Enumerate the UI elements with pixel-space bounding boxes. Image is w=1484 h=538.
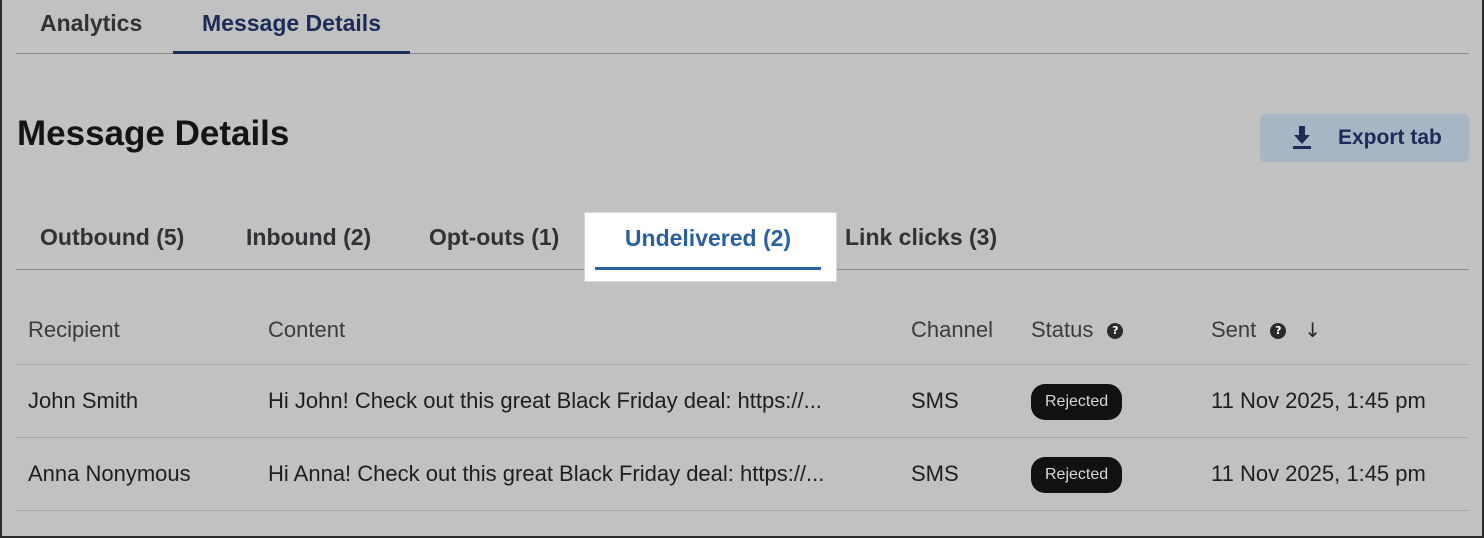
help-icon[interactable]: ? [1270, 323, 1287, 339]
tab-inbound[interactable]: Inbound (2) [246, 224, 371, 251]
tab-outbound[interactable]: Outbound (5) [40, 224, 184, 251]
help-icon[interactable]: ? [1107, 323, 1124, 339]
message-table: Recipient Content Channel Status? Sent? ↓… [16, 292, 1469, 511]
table-row[interactable]: Anna Nonymous Hi Anna! Check out this gr… [16, 438, 1469, 511]
tab-opt-outs[interactable]: Opt-outs (1) [429, 224, 559, 251]
tab-undelivered[interactable]: Undelivered (2) [595, 212, 821, 270]
status-cell: Rejected [1031, 438, 1123, 510]
sort-descending-icon[interactable]: ↓ [1304, 292, 1321, 368]
column-header-recipient[interactable]: Recipient [28, 292, 120, 364]
column-header-content[interactable]: Content [268, 292, 345, 364]
export-tab-label: Export tab [1338, 126, 1442, 149]
channel-cell: SMS [911, 388, 959, 413]
column-header-sent[interactable]: Sent? ↓ [1211, 292, 1321, 364]
status-badge: Rejected [1031, 457, 1123, 494]
channel-cell: SMS [911, 461, 959, 486]
recipient-cell: Anna Nonymous [28, 461, 191, 486]
column-header-channel[interactable]: Channel [911, 292, 993, 364]
status-badge: Rejected [1031, 384, 1123, 421]
content-cell: Hi Anna! Check out this great Black Frid… [268, 461, 825, 486]
export-tab-button[interactable]: Export tab [1260, 114, 1469, 162]
tab-message-details[interactable]: Message Details [173, 0, 410, 54]
tab-link-clicks[interactable]: Link clicks (3) [845, 224, 997, 251]
table-header-row: Recipient Content Channel Status? Sent? ↓ [16, 292, 1469, 365]
sent-cell: 11 Nov 2025, 1:45 pm [1211, 388, 1426, 413]
tab-analytics[interactable]: Analytics [40, 0, 142, 54]
top-tab-bar: Analytics Message Details [16, 0, 1469, 54]
table-row[interactable]: John Smith Hi John! Check out this great… [16, 365, 1469, 438]
sent-cell: 11 Nov 2025, 1:45 pm [1211, 461, 1426, 486]
download-icon [1293, 126, 1311, 149]
column-header-sent-label: Sent [1211, 317, 1257, 342]
column-header-status[interactable]: Status? [1031, 292, 1124, 364]
column-header-status-label: Status [1031, 317, 1094, 342]
recipient-cell: John Smith [28, 388, 139, 413]
status-cell: Rejected [1031, 365, 1123, 437]
content-cell: Hi John! Check out this great Black Frid… [268, 388, 822, 413]
page-title: Message Details [17, 114, 290, 153]
